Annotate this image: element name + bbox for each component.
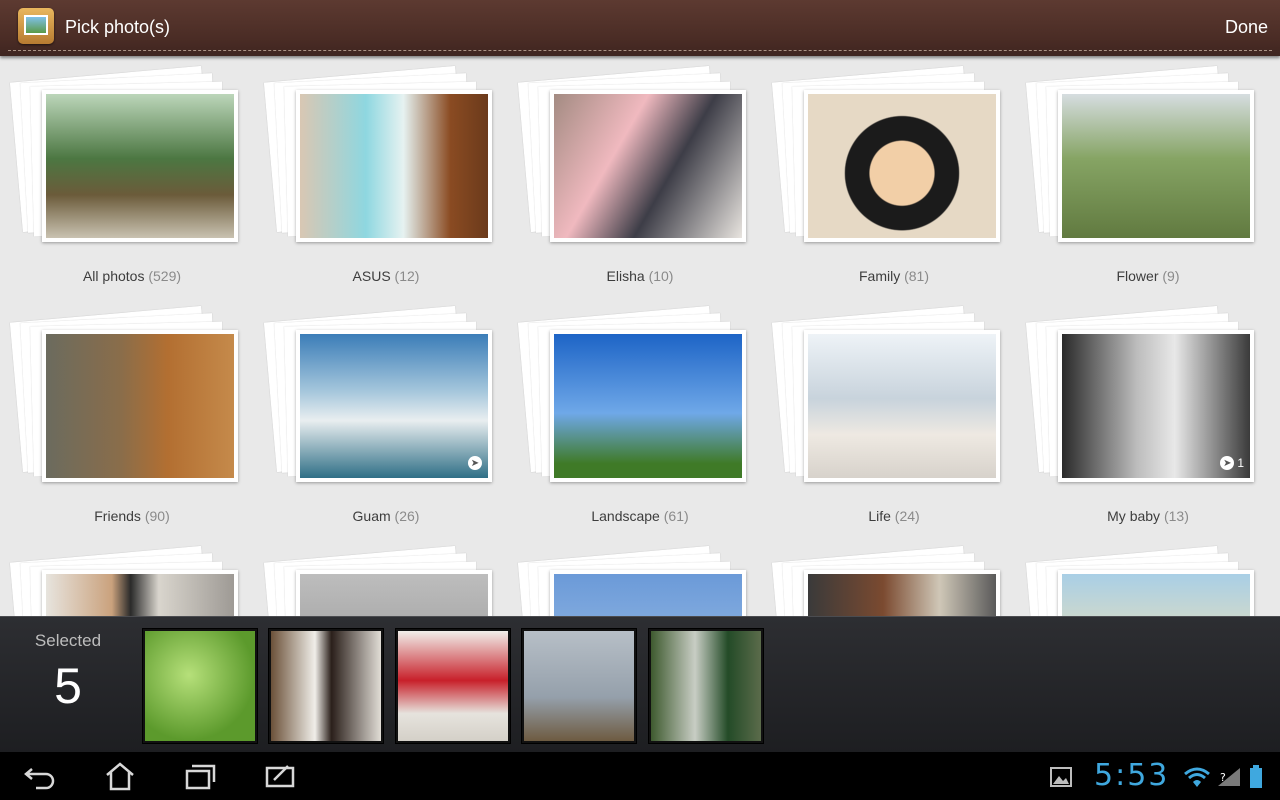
- album-friends[interactable]: Friends (90): [0, 296, 240, 524]
- album-cover: [42, 570, 238, 616]
- screenshot-icon[interactable]: [262, 760, 298, 792]
- location-icon: ➤: [1220, 456, 1235, 470]
- home-icon[interactable]: [102, 760, 138, 792]
- gallery-icon: [1050, 767, 1072, 787]
- selected-thumbnail[interactable]: [521, 628, 637, 744]
- album-cover: [804, 330, 1000, 482]
- album-family[interactable]: Family (81): [762, 56, 1002, 284]
- album-flower[interactable]: Flower (9): [1016, 56, 1256, 284]
- battery-icon: [1250, 765, 1262, 788]
- album-label: Family (81): [858, 268, 930, 284]
- album-elisha[interactable]: Elisha (10): [508, 56, 748, 284]
- svg-text:?: ?: [1220, 771, 1226, 784]
- album-label: All photos (529): [82, 268, 182, 284]
- location-badge: ➤ 1: [1220, 456, 1244, 470]
- page-title: Pick photo(s): [65, 17, 171, 37]
- recent-apps-icon[interactable]: [182, 760, 218, 792]
- system-bar: 5:53 ?: [0, 752, 1280, 800]
- album-partial[interactable]: [508, 536, 748, 616]
- selected-label: Selected: [34, 631, 102, 650]
- album-cover: [804, 570, 1000, 616]
- album-life[interactable]: Life (24): [762, 296, 1002, 524]
- album-partial[interactable]: [0, 536, 240, 616]
- album-all-photos[interactable]: All photos (529): [0, 56, 240, 284]
- gallery-app-icon: [18, 8, 54, 44]
- location-badge: ➤: [468, 456, 482, 470]
- album-label: Friends (90): [94, 508, 170, 524]
- album-label: Guam (26): [352, 508, 420, 524]
- album-cover: [42, 90, 238, 242]
- selected-thumbnail[interactable]: [142, 628, 258, 744]
- album-cover: [550, 330, 746, 482]
- back-icon[interactable]: [22, 760, 58, 792]
- album-label: My baby (13): [1107, 508, 1189, 524]
- album-label: Life (24): [868, 508, 920, 524]
- album-landscape[interactable]: Landscape (61): [508, 296, 748, 524]
- album-label: Elisha (10): [606, 268, 674, 284]
- album-asus[interactable]: ASUS (12): [254, 56, 494, 284]
- album-cover: [550, 570, 746, 616]
- signal-icon: ?: [1218, 768, 1240, 786]
- album-partial[interactable]: [762, 536, 1002, 616]
- selection-tray: Selected 5: [0, 616, 1280, 753]
- album-cover: [804, 90, 1000, 242]
- action-bar: Pick photo(s) Done: [0, 0, 1280, 56]
- wifi-icon: [1184, 767, 1210, 787]
- selected-thumbnail[interactable]: [268, 628, 384, 744]
- album-cover: [1058, 90, 1254, 242]
- album-label: ASUS (12): [352, 268, 420, 284]
- album-cover: [1058, 570, 1254, 616]
- album-cover: [42, 330, 238, 482]
- album-cover: [550, 90, 746, 242]
- album-label: Flower (9): [1116, 268, 1180, 284]
- album-cover: [296, 570, 492, 616]
- album-partial[interactable]: [1016, 536, 1256, 616]
- album-grid: All photos (529) ASUS (12) Elisha (10) F…: [0, 56, 1280, 616]
- album-guam[interactable]: ➤ Guam (26): [254, 296, 494, 524]
- album-partial[interactable]: [254, 536, 494, 616]
- selected-thumbnail[interactable]: [395, 628, 511, 744]
- album-cover: ➤: [296, 330, 492, 482]
- status-clock: 5:53: [1094, 758, 1170, 793]
- album-label: Landscape (61): [591, 508, 689, 524]
- album-my-baby[interactable]: ➤ 1 My baby (13): [1016, 296, 1256, 524]
- selected-thumbnail[interactable]: [648, 628, 764, 744]
- location-icon: ➤: [468, 456, 482, 470]
- album-cover: ➤ 1: [1058, 330, 1254, 482]
- done-button[interactable]: Done: [1225, 17, 1268, 38]
- album-cover: [296, 90, 492, 242]
- selected-count: 5: [54, 658, 82, 714]
